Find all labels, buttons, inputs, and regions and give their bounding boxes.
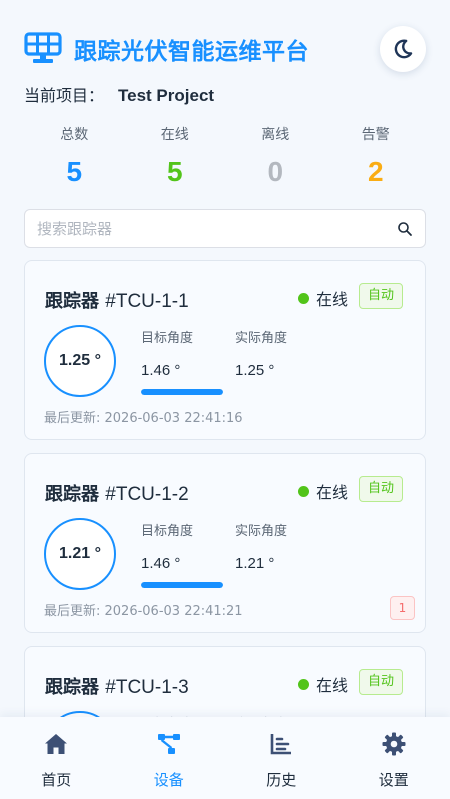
bottom-nav: 首页 设备 历史 设置	[0, 717, 450, 799]
nav-label: 设置	[378, 771, 409, 789]
nav-history[interactable]: 历史	[225, 717, 338, 799]
tracker-title: 跟踪器 #TCU-1-1	[45, 287, 189, 313]
actual-angle-label: 实际角度	[235, 524, 288, 539]
search-box	[24, 209, 426, 248]
nav-devices[interactable]: 设备	[113, 717, 226, 799]
tracker-name-prefix: 跟踪器	[45, 677, 99, 698]
status-text: 在线	[316, 676, 349, 695]
stat-label: 在线	[160, 127, 189, 143]
app-page: 跟踪光伏智能运维平台 当前项目： Test Project 总数 5 在线 5 离…	[0, 0, 450, 799]
tracker-name-prefix: 跟踪器	[45, 484, 99, 505]
stat-label: 总数	[60, 127, 89, 143]
nav-label: 设备	[153, 771, 184, 789]
app-title: 跟踪光伏智能运维平台	[74, 39, 309, 65]
nav-home[interactable]: 首页	[0, 717, 113, 799]
target-angle: 目标角度 1.46 °	[141, 520, 193, 572]
moon-icon	[394, 39, 413, 59]
search-input[interactable]	[37, 218, 377, 240]
tracker-card[interactable]: 跟踪器 #TCU-1-1 在线 自动 1.25 ° 目标角度 1.46 ° 实际…	[24, 260, 426, 440]
angle-progress-bar	[141, 582, 223, 588]
stat-value: 5	[166, 156, 183, 187]
tracker-code: #TCU-1-1	[105, 291, 189, 312]
status-indicator: 在线	[298, 673, 348, 695]
stat-label: 离线	[261, 127, 290, 143]
mode-tag: 自动	[359, 476, 404, 502]
project-label: 当前项目：	[24, 86, 105, 105]
online-dot-icon	[298, 678, 309, 690]
online-dot-icon	[298, 485, 309, 497]
stat-value: 0	[267, 156, 284, 187]
tracker-title: 跟踪器 #TCU-1-2	[45, 480, 189, 506]
status-indicator: 在线	[298, 287, 348, 309]
angle-dial: 1.25 °	[44, 325, 116, 397]
header: 跟踪光伏智能运维平台	[24, 26, 426, 72]
home-icon	[45, 734, 68, 754]
angle-progress-bar	[141, 389, 223, 395]
tracker-title: 跟踪器 #TCU-1-3	[45, 673, 189, 699]
stat-total: 总数 5	[24, 124, 125, 196]
actual-angle-label: 实际角度	[235, 331, 288, 346]
mode-tag: 自动	[359, 669, 404, 695]
status-text: 在线	[316, 483, 349, 502]
actual-angle-value: 1.21 °	[235, 555, 275, 572]
tracker-name-prefix: 跟踪器	[45, 291, 99, 312]
actual-angle-value: 1.25 °	[235, 362, 275, 379]
last-updated: 最后更新: 2026-06-03 22:41:21	[44, 604, 243, 619]
target-angle-label: 目标角度	[141, 331, 194, 346]
last-updated: 最后更新: 2026-06-03 22:41:16	[44, 411, 243, 426]
stat-alarm: 告警 2	[326, 124, 427, 196]
stat-offline: 离线 0	[225, 124, 326, 196]
status-indicator: 在线	[298, 480, 348, 502]
angle-progress-fill	[141, 582, 223, 588]
search-icon[interactable]	[397, 221, 413, 237]
gear-icon	[382, 732, 406, 756]
stats-summary: 总数 5 在线 5 离线 0 告警 2	[24, 124, 426, 196]
chart-icon	[270, 734, 292, 755]
stat-value: 2	[367, 156, 384, 187]
stat-online: 在线 5	[125, 124, 226, 196]
angle-progress-fill	[141, 389, 223, 395]
target-angle-value: 1.46 °	[141, 362, 181, 379]
online-dot-icon	[298, 292, 309, 304]
target-angle-label: 目标角度	[141, 524, 194, 539]
angle-dial: 1.21 °	[44, 518, 116, 590]
stat-label: 告警	[361, 127, 390, 143]
target-angle-value: 1.46 °	[141, 555, 181, 572]
target-angle: 目标角度 1.46 °	[141, 327, 193, 379]
stat-value: 5	[66, 156, 83, 187]
actual-angle: 实际角度 1.21 °	[235, 520, 287, 572]
tracker-code: #TCU-1-3	[105, 677, 189, 698]
nav-label: 首页	[41, 771, 72, 789]
status-text: 在线	[316, 290, 349, 309]
project-name: Test Project	[118, 86, 215, 105]
current-project: 当前项目： Test Project	[24, 82, 214, 106]
alarm-count-badge[interactable]: 1	[390, 596, 415, 620]
tracker-code: #TCU-1-2	[105, 484, 189, 505]
theme-toggle-button[interactable]	[380, 26, 426, 72]
mode-tag: 自动	[359, 283, 404, 309]
nav-label: 历史	[266, 771, 297, 789]
actual-angle: 实际角度 1.25 °	[235, 327, 287, 379]
nav-settings[interactable]: 设置	[338, 717, 450, 799]
solar-panel-icon	[24, 32, 62, 63]
devices-icon	[157, 734, 180, 754]
tracker-card[interactable]: 跟踪器 #TCU-1-2 在线 自动 1.21 ° 目标角度 1.46 ° 实际…	[24, 453, 426, 633]
